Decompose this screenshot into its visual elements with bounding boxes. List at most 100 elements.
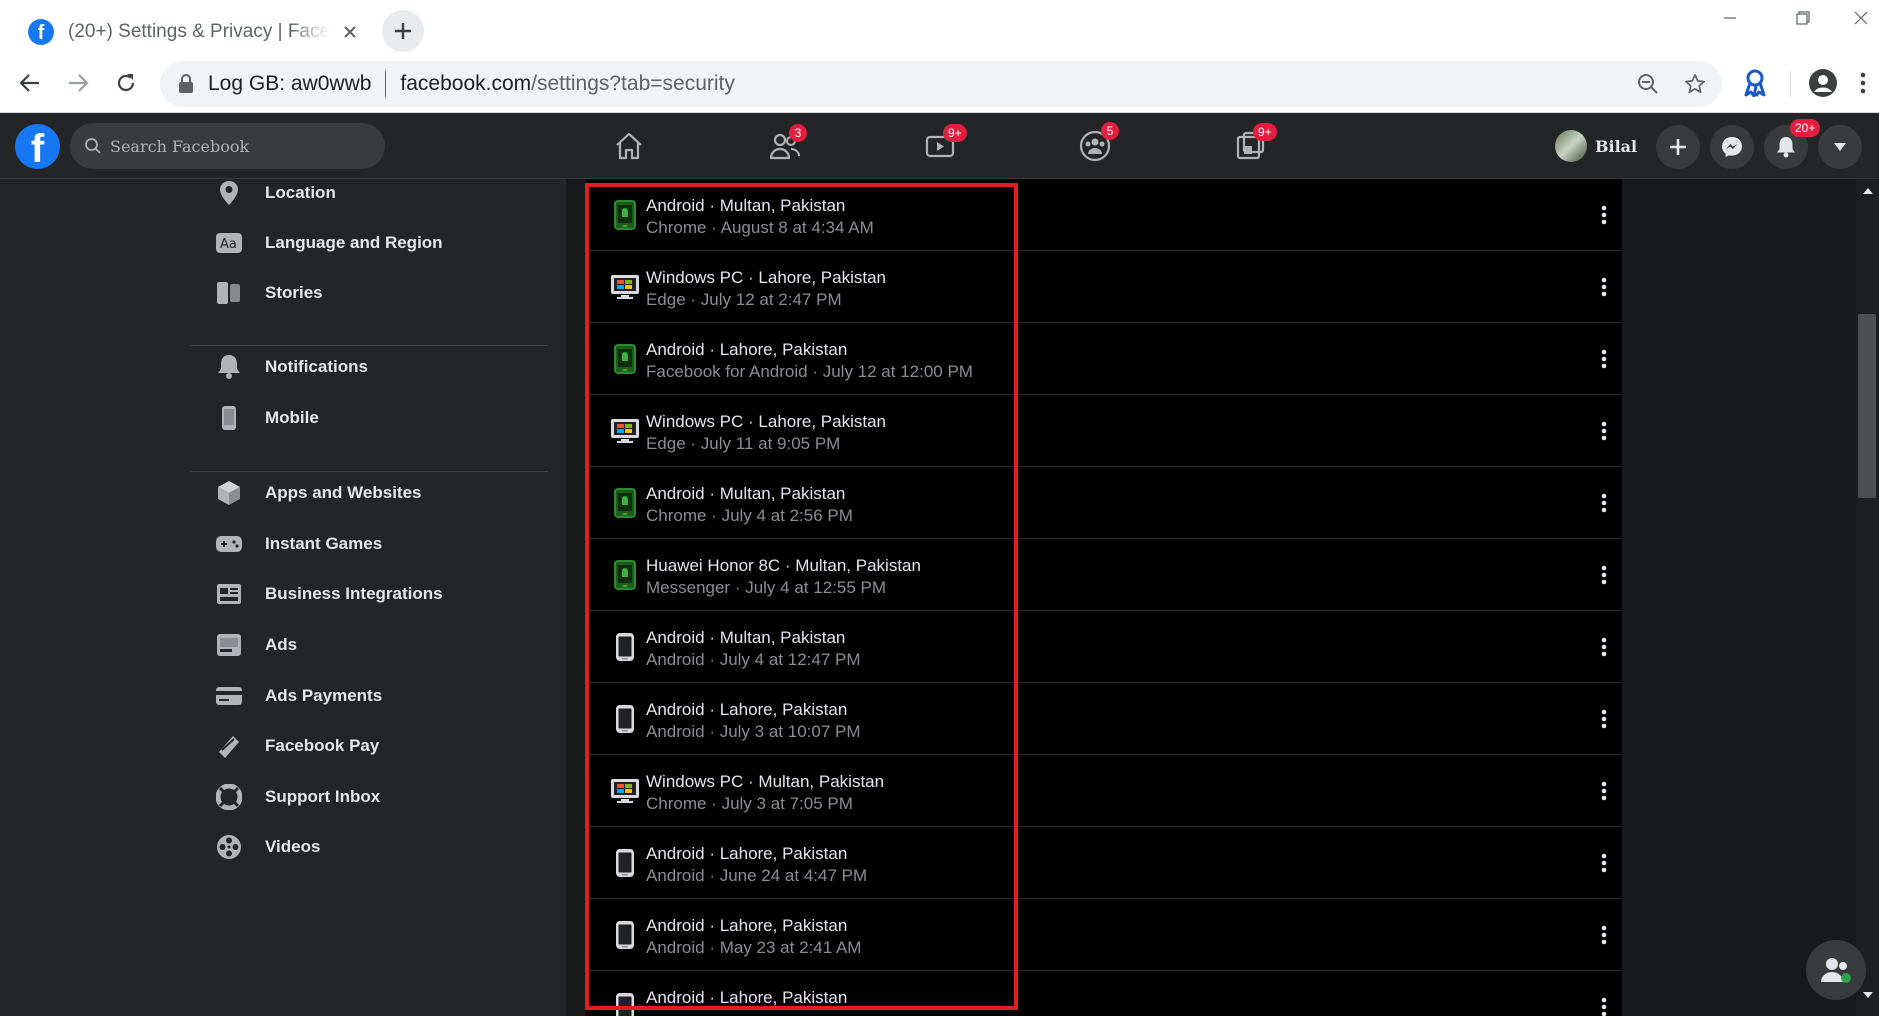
sidebar-item-ads-payments[interactable]: Ads Payments — [213, 674, 382, 718]
session-device-location: Windows PC · Lahore, Pakistan — [646, 412, 886, 431]
more-options-icon[interactable] — [1586, 341, 1622, 377]
sidebar-item-facebook-pay[interactable]: Facebook Pay — [213, 724, 379, 768]
scroll-up-arrow-icon[interactable] — [1862, 187, 1874, 195]
messenger-icon — [1721, 136, 1743, 158]
friends-icon: 3 — [769, 124, 807, 160]
android-phone-icon — [610, 559, 640, 591]
account-menu-button[interactable] — [1818, 125, 1862, 169]
scrollbar-track[interactable] — [1856, 179, 1879, 1016]
facebook-logo-icon[interactable]: f — [15, 124, 60, 169]
session-row[interactable]: Windows PC · Lahore, Pakistan Edge · July… — [586, 251, 1622, 323]
more-options-icon[interactable] — [1586, 197, 1622, 233]
gaming-icon: 9+ — [1235, 123, 1277, 161]
more-options-icon[interactable] — [1586, 773, 1622, 809]
close-window-button[interactable] — [1843, 0, 1879, 36]
sidebar-item-mobile[interactable]: Mobile — [213, 396, 319, 440]
session-device-location: Android · Lahore, Pakistan — [646, 988, 848, 1007]
nav-groups-tab[interactable]: 5 — [1040, 117, 1150, 175]
address-bar[interactable]: Log GB: aw0wwb facebook.com /settings?ta… — [160, 61, 1722, 107]
scroll-down-arrow-icon[interactable] — [1862, 991, 1874, 999]
session-device-location: Android · Lahore, Pakistan — [646, 916, 848, 935]
session-row[interactable]: Android · Multan, Pakistan Android · July… — [586, 611, 1622, 683]
sidebar-item-videos[interactable]: Videos — [213, 825, 320, 869]
sidebar-item-stories[interactable]: Stories — [213, 271, 323, 315]
mobile-phone-icon — [610, 919, 640, 951]
more-options-icon[interactable] — [1586, 629, 1622, 665]
sidebar-item-instant-games[interactable]: Instant Games — [213, 522, 382, 566]
lock-icon[interactable] — [178, 74, 194, 94]
contacts-icon — [1820, 956, 1852, 984]
session-row[interactable]: Android · Lahore, Pakistan Android · May … — [586, 899, 1622, 971]
session-app-time: Chrome · July 3 at 7:05 PM — [646, 794, 853, 813]
session-row[interactable]: Android · Multan, Pakistan Chrome · Augus… — [586, 179, 1622, 251]
minimize-window-button[interactable] — [1702, 0, 1758, 36]
create-button[interactable] — [1656, 125, 1700, 169]
zoom-icon[interactable] — [1628, 61, 1668, 107]
sidebar-item-label: Mobile — [265, 408, 319, 427]
more-options-icon[interactable] — [1586, 413, 1622, 449]
profile-name: Bilal — [1595, 136, 1638, 156]
messenger-button[interactable] — [1710, 125, 1754, 169]
session-app-time: Android · July 3 at 10:07 PM — [646, 722, 861, 741]
notifications-badge: 20+ — [1790, 119, 1821, 137]
mobile-icon — [213, 402, 245, 434]
forward-arrow-icon[interactable] — [58, 63, 98, 103]
extension-ribbon-icon[interactable] — [1735, 63, 1775, 103]
sidebar-item-support-inbox[interactable]: Support Inbox — [213, 775, 380, 819]
mobile-phone-icon — [610, 703, 640, 735]
nav-watch-tab[interactable]: 9+ — [885, 117, 995, 175]
sidebar-item-language-and-region[interactable]: Aa Language and Region — [213, 221, 443, 265]
cube-icon — [213, 477, 245, 509]
new-message-contacts-button[interactable] — [1806, 940, 1866, 1000]
nav-friends-tab[interactable]: 3 — [730, 117, 840, 175]
restore-window-button[interactable] — [1775, 0, 1831, 36]
notifications-button[interactable]: 20+ — [1764, 119, 1821, 169]
sidebar-item-notifications[interactable]: Notifications — [213, 345, 368, 389]
language-icon: Aa — [213, 227, 245, 259]
credit-card-icon — [213, 680, 245, 712]
location-pin-icon — [213, 177, 245, 209]
session-row[interactable]: Android · Multan, Pakistan Chrome · July … — [586, 467, 1622, 539]
back-arrow-icon[interactable] — [10, 63, 50, 103]
browser-tab[interactable]: f (20+) Settings & Privacy | Facebook — [14, 8, 370, 55]
more-options-icon[interactable] — [1586, 557, 1622, 593]
tab-close-icon[interactable] — [338, 20, 362, 44]
url-path: /settings?tab=security — [531, 72, 735, 95]
sidebar-item-location[interactable]: Location — [213, 171, 336, 215]
windows-pc-icon — [610, 415, 640, 447]
session-row[interactable]: Windows PC · Lahore, Pakistan Edge · July… — [586, 395, 1622, 467]
bookmark-star-icon[interactable] — [1675, 61, 1715, 107]
more-options-icon[interactable] — [1586, 989, 1622, 1016]
more-options-icon[interactable] — [1586, 845, 1622, 881]
sidebar-item-ads[interactable]: Ads — [213, 623, 297, 667]
more-options-icon[interactable] — [1586, 917, 1622, 953]
profile-account-icon[interactable] — [1803, 63, 1843, 103]
search-input[interactable] — [110, 136, 360, 156]
facebook-favicon-icon: f — [28, 18, 54, 45]
session-row[interactable]: Android · Lahore, Pakistan Android · July… — [586, 683, 1622, 755]
chrome-menu-icon[interactable] — [1848, 63, 1878, 103]
more-options-icon[interactable] — [1586, 269, 1622, 305]
omnibox-separator — [385, 71, 387, 97]
new-tab-button[interactable] — [382, 10, 424, 52]
session-row[interactable]: Android · Lahore, Pakistan Facebook for A… — [586, 323, 1622, 395]
browser-toolbar: Log GB: aw0wwb facebook.com /settings?ta… — [0, 55, 1879, 113]
sidebar-item-business-integrations[interactable]: Business Integrations — [213, 572, 443, 616]
session-device-location: Windows PC · Lahore, Pakistan — [646, 268, 886, 287]
session-device-location: Windows PC · Multan, Pakistan — [646, 772, 885, 791]
session-row[interactable]: Windows PC · Multan, Pakistan Chrome · Ju… — [586, 755, 1622, 827]
groups-badge: 5 — [1101, 122, 1119, 140]
facebook-search-box[interactable] — [70, 123, 385, 169]
scrollbar-thumb[interactable] — [1858, 314, 1876, 498]
session-row[interactable]: Huawei Honor 8C · Multan, Pakistan Messen… — [586, 539, 1622, 611]
more-options-icon[interactable] — [1586, 485, 1622, 521]
session-row[interactable]: Android · Lahore, Pakistan — [586, 971, 1622, 1016]
nav-home-tab[interactable] — [574, 117, 684, 175]
profile-chip[interactable]: Bilal — [1555, 127, 1637, 165]
sidebar-item-label: Business Integrations — [265, 584, 443, 603]
nav-gaming-tab[interactable]: 9+ — [1195, 117, 1305, 175]
more-options-icon[interactable] — [1586, 701, 1622, 737]
sidebar-item-apps-and-websites[interactable]: Apps and Websites — [213, 471, 422, 515]
session-row[interactable]: Android · Lahore, Pakistan Android · June… — [586, 827, 1622, 899]
reload-icon[interactable] — [106, 63, 146, 103]
